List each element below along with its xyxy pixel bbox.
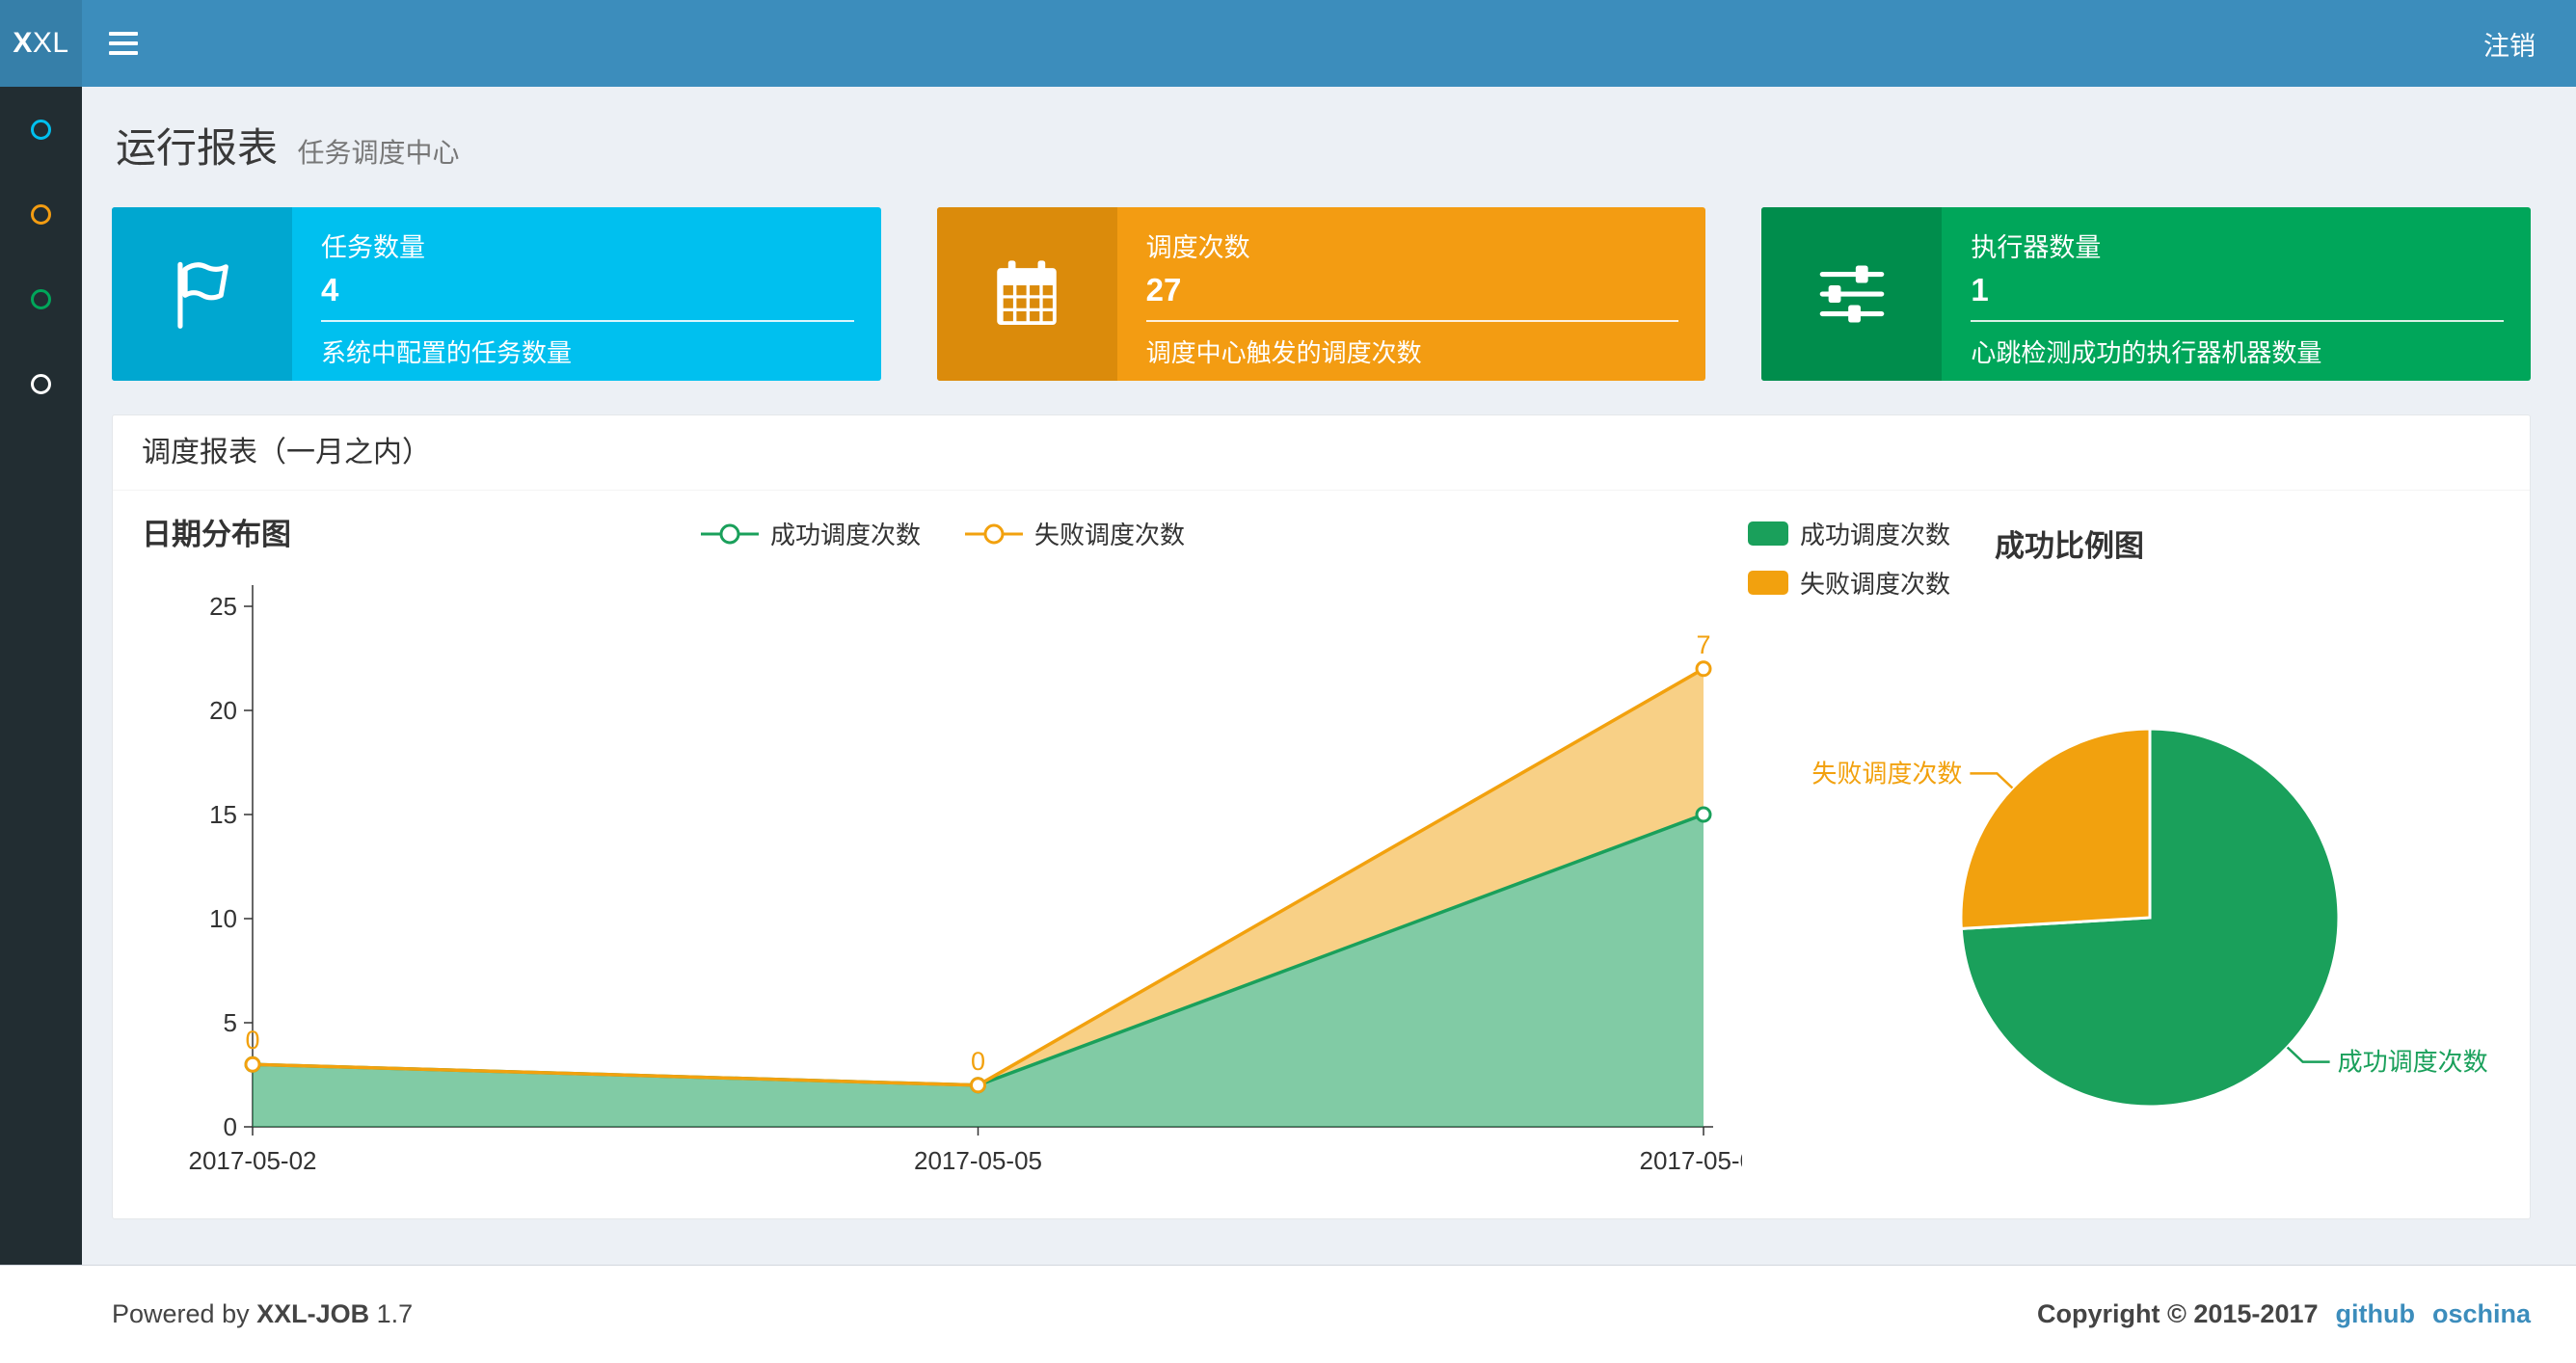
stat-description: 心跳检测成功的执行器机器数量	[1971, 338, 2322, 367]
svg-text:0: 0	[971, 1047, 985, 1076]
brand-name: XXL-JOB	[256, 1299, 370, 1328]
svg-text:10: 10	[209, 904, 237, 933]
svg-text:成功调度次数: 成功调度次数	[2338, 1048, 2488, 1077]
svg-text:2017-05-08: 2017-05-08	[1640, 1146, 1743, 1175]
legend-swatch-icon	[1748, 521, 1788, 546]
stat-description: 系统中配置的任务数量	[321, 338, 573, 367]
app-logo[interactable]: X XL	[0, 0, 82, 87]
sidebar	[0, 87, 82, 1265]
line-chart-title: 日期分布图	[142, 518, 291, 551]
panel-body: 日期分布图 成功调度次数 失败调度次数 0 5 10 15 20 25 2017-05-02 2…	[113, 491, 2530, 1218]
legend-item[interactable]: 失败调度次数	[963, 516, 1185, 551]
stat-box-executors: 执行器数量 1 心跳检测成功的执行器机器数量	[1761, 207, 2532, 381]
svg-text:15: 15	[209, 800, 237, 829]
oschina-link[interactable]: oschina	[2432, 1299, 2531, 1329]
circle-icon	[31, 119, 51, 140]
divider	[321, 320, 854, 322]
page-subtitle: 任务调度中心	[297, 138, 460, 168]
sidebar-item-help[interactable]	[0, 341, 82, 426]
sidebar-item-run-report[interactable]	[0, 87, 82, 172]
svg-text:失败调度次数: 失败调度次数	[1811, 759, 1962, 788]
powered-by: Powered by XXL-JOB 1.7	[112, 1299, 413, 1329]
hamburger-icon	[108, 32, 138, 55]
legend-label: 失败调度次数	[1034, 521, 1186, 549]
powered-by-text: Powered by	[112, 1299, 250, 1328]
svg-text:20: 20	[209, 696, 237, 725]
sidebar-item-dispatch-log[interactable]	[0, 256, 82, 341]
report-panel: 调度报表（一月之内） 日期分布图 成功调度次数 失败调度次数 0 5 10 15 20 25…	[112, 414, 2531, 1219]
divider	[1145, 320, 1679, 322]
stat-box-content: 调度次数 27 调度中心触发的调度次数	[1117, 207, 1706, 381]
circle-icon	[31, 373, 51, 394]
logo-text-rest: XL	[32, 27, 69, 59]
legend-line-icon	[965, 523, 1023, 544]
circle-icon	[31, 203, 51, 225]
legend-swatch-icon	[1748, 571, 1788, 595]
stat-value: 1	[1971, 272, 1989, 307]
stat-value: 4	[321, 272, 339, 307]
success-ratio-chart: 成功调度次数 失败调度次数 成功比例图 成功调度次数 失败调度次数	[1742, 510, 2503, 1199]
legend-item[interactable]: 成功调度次数	[1748, 516, 1950, 551]
content-area: 运行报表 任务调度中心 任务数量 4 系统中配置的任务数量 调度次数 27 调度…	[82, 87, 2576, 1265]
circle-icon	[31, 288, 51, 309]
svg-text:5: 5	[224, 1008, 237, 1037]
logout-button[interactable]: 注销	[2443, 0, 2576, 87]
stat-box-content: 任务数量 4 系统中配置的任务数量	[292, 207, 881, 381]
stat-box-triggers: 调度次数 27 调度中心触发的调度次数	[936, 207, 1706, 381]
stacked-area-chart: 05101520252017-05-022017-05-052017-05-08…	[189, 585, 1768, 1175]
svg-text:7: 7	[1696, 630, 1710, 659]
stat-label: 执行器数量	[1971, 233, 2102, 262]
top-navbar: X XL 注销	[0, 0, 2576, 87]
pie-chart-legend: 成功调度次数 失败调度次数	[1748, 516, 1950, 614]
page-footer: Powered by XXL-JOB 1.7 Copyright © 2015-…	[0, 1265, 2576, 1363]
panel-title: 调度报表（一月之内）	[113, 415, 2530, 491]
stat-value: 27	[1145, 272, 1182, 307]
svg-text:0: 0	[245, 1026, 259, 1055]
stat-label: 调度次数	[1145, 233, 1250, 262]
legend-item[interactable]: 成功调度次数	[699, 516, 921, 551]
page-title: 运行报表	[116, 125, 279, 171]
legend-label: 成功调度次数	[1800, 521, 1951, 549]
legend-item[interactable]: 失败调度次数	[1748, 565, 1950, 601]
sidebar-item-job-manage[interactable]	[0, 172, 82, 256]
stat-box-row: 任务数量 4 系统中配置的任务数量 调度次数 27 调度中心触发的调度次数 执行…	[112, 207, 2532, 381]
stat-description: 调度中心触发的调度次数	[1145, 338, 1422, 367]
pie-chart: 成功调度次数 失败调度次数	[1811, 727, 2488, 1109]
svg-text:0: 0	[224, 1112, 237, 1141]
stat-box-jobs: 任务数量 4 系统中配置的任务数量	[112, 207, 881, 381]
line-chart-legend: 成功调度次数 失败调度次数	[699, 516, 1185, 551]
github-link[interactable]: github	[2336, 1299, 2415, 1329]
stat-box-content: 执行器数量 1 心跳检测成功的执行器机器数量	[1942, 207, 2531, 381]
legend-label: 失败调度次数	[1800, 570, 1951, 599]
svg-text:2017-05-05: 2017-05-05	[914, 1146, 1042, 1175]
date-distribution-chart: 日期分布图 成功调度次数 失败调度次数 0 5 10 15 20 25 2017-05-02 2…	[142, 510, 1768, 1199]
page-header: 运行报表 任务调度中心	[112, 87, 2531, 207]
stat-label: 任务数量	[321, 233, 425, 262]
pie-chart-title: 成功比例图	[1995, 529, 2144, 563]
legend-label: 成功调度次数	[769, 521, 921, 549]
sliders-icon	[1761, 207, 1943, 381]
footer-right: Copyright © 2015-2017 github oschina	[2037, 1299, 2531, 1329]
sidebar-toggle-button[interactable]	[82, 0, 164, 87]
svg-text:25: 25	[209, 592, 237, 621]
svg-text:2017-05-02: 2017-05-02	[189, 1146, 317, 1175]
copyright-text: Copyright © 2015-2017	[2036, 1299, 2319, 1328]
logo-text-bold: X	[13, 27, 33, 59]
flag-icon	[112, 207, 292, 381]
calendar-icon	[936, 207, 1117, 381]
legend-line-icon	[700, 523, 759, 544]
version-text: 1.7	[376, 1299, 414, 1328]
divider	[1971, 320, 2505, 322]
